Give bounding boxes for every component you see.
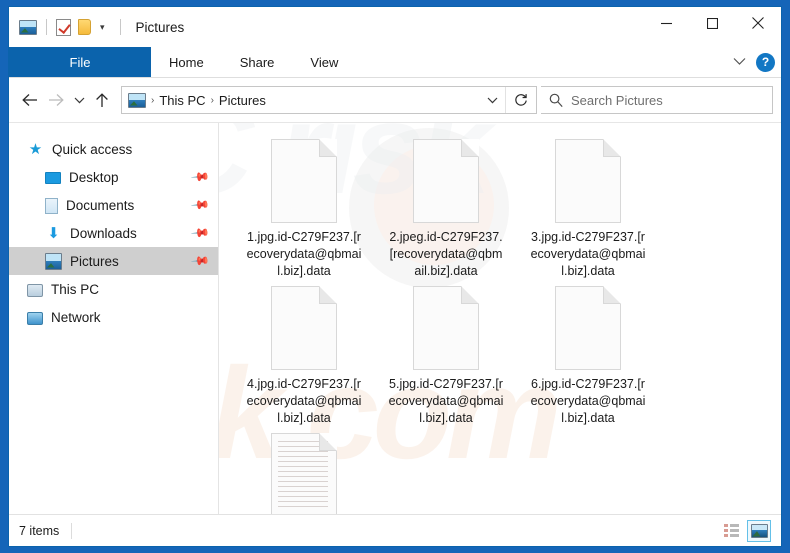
tab-file[interactable]: File [9,47,151,77]
forward-button[interactable] [43,85,69,115]
downloads-icon: ⬇ [47,224,60,242]
file-name: 1.jpg.id-C279F237.[recoverydata@qbmail.b… [246,230,362,278]
sidebar-item-quick-access[interactable]: ★ Quick access [9,135,218,163]
blank-file-icon [555,286,621,370]
file-item[interactable]: 6.jpg.id-C279F237.[recoverydata@qbmail.b… [517,286,659,427]
address-bar[interactable]: › This PC › Pictures [121,86,537,114]
tab-share[interactable]: Share [222,47,293,77]
help-icon[interactable]: ? [756,52,775,72]
pin-icon[interactable]: 📌 [190,251,210,271]
maximize-button[interactable] [689,7,735,39]
file-item[interactable]: 4.jpg.id-C279F237.[recoverydata@qbmail.b… [233,286,375,427]
pin-icon[interactable]: 📌 [190,223,210,243]
new-folder-icon[interactable] [78,19,91,35]
pictures-icon [45,252,62,270]
sidebar-item-label: This PC [51,281,100,297]
item-count-label: 7 items [19,523,60,538]
window-body: ★ Quick access Desktop 📌 Documents 📌 ⬇ D… [9,122,781,514]
pin-icon[interactable]: 📌 [190,167,210,187]
text-file-icon [271,433,337,514]
up-button[interactable] [89,85,115,115]
breadcrumb-item-this-pc[interactable]: This PC [159,93,205,108]
sidebar-item-label: Quick access [52,141,133,157]
title-bar: ▾ Pictures [9,7,781,47]
file-name: 5.jpg.id-C279F237.[recoverydata@qbmail.b… [388,377,504,425]
star-icon: ★ [28,140,43,158]
back-button[interactable] [17,85,43,115]
large-icons-view-icon [750,523,768,538]
file-item[interactable]: 5.jpg.id-C279F237.[recoverydata@qbmail.b… [375,286,517,427]
recent-locations-button[interactable] [69,85,89,115]
file-name: 6.jpg.id-C279F237.[recoverydata@qbmail.b… [530,377,646,425]
this-pc-icon [27,283,43,297]
sidebar-item-label: Network [51,309,101,325]
sidebar-item-desktop[interactable]: Desktop 📌 [9,163,218,191]
window-controls [643,7,781,39]
view-mode-buttons [719,519,771,542]
sidebar-item-pictures[interactable]: Pictures 📌 [9,247,218,275]
navigation-pane: ★ Quick access Desktop 📌 Documents 📌 ⬇ D… [9,123,219,514]
search-input[interactable]: Search Pictures [571,93,663,108]
file-item[interactable]: RETURN FILES.txt [233,433,375,514]
blank-file-icon [271,139,337,223]
sidebar-item-documents[interactable]: Documents 📌 [9,191,218,219]
window-title: Pictures [135,19,185,35]
breadcrumb-separator: › [210,94,214,106]
address-dropdown-icon[interactable] [479,87,505,113]
file-item[interactable]: 3.jpg.id-C279F237.[recoverydata@qbmail.b… [517,139,659,280]
chevron-down-icon[interactable] [733,53,746,71]
quick-access-toolbar: ▾ Pictures [9,18,185,36]
file-grid: 1.jpg.id-C279F237.[recoverydata@qbmail.b… [233,139,781,514]
ribbon-right-controls: ? [733,47,775,77]
toolbar-divider [46,19,47,35]
status-bar: 7 items [9,514,781,546]
breadcrumb-separator: › [151,94,155,106]
documents-icon [45,197,58,214]
sidebar-item-this-pc[interactable]: This PC [9,275,218,303]
network-icon [27,311,43,325]
customize-caret-icon[interactable]: ▾ [98,22,107,32]
blank-file-icon [555,139,621,223]
sidebar-item-downloads[interactable]: ⬇ Downloads 📌 [9,219,218,247]
file-item[interactable]: 1.jpg.id-C279F237.[recoverydata@qbmail.b… [233,139,375,280]
file-list-pane[interactable]: PC risk risk.com 1.jpg.id-C279F237.[reco… [219,123,781,514]
desktop-background: ▾ Pictures File Home Share View ? › This… [0,0,790,553]
properties-icon[interactable] [56,18,71,36]
desktop-icon [45,172,61,184]
file-name: 2.jpeg.id-C279F237.[recoverydata@qbmail.… [389,230,503,278]
tab-home[interactable]: Home [151,47,222,77]
large-icons-view-button[interactable] [747,519,771,542]
title-divider [119,19,121,35]
file-explorer-window: ▾ Pictures File Home Share View ? › This… [8,6,782,547]
ribbon-tab-bar: File Home Share View ? [9,47,781,78]
sidebar-item-network[interactable]: Network [9,303,218,331]
file-name: 4.jpg.id-C279F237.[recoverydata@qbmail.b… [246,377,362,425]
close-button[interactable] [735,7,781,39]
sidebar-item-label: Documents [66,197,135,213]
refresh-icon[interactable] [505,87,536,113]
file-name: 3.jpg.id-C279F237.[recoverydata@qbmail.b… [530,230,646,278]
search-icon [541,93,571,107]
pin-icon[interactable]: 📌 [190,195,210,215]
status-divider [71,522,73,539]
breadcrumb-pictures-icon[interactable] [128,92,146,108]
search-box[interactable]: Search Pictures [541,86,773,114]
sidebar-item-label: Desktop [69,169,119,185]
file-item[interactable]: 2.jpeg.id-C279F237.[recoverydata@qbmail.… [375,139,517,280]
pictures-icon[interactable] [19,19,37,35]
sidebar-item-label: Pictures [70,253,119,269]
sidebar-item-label: Downloads [70,225,137,241]
navigation-bar: › This PC › Pictures Search Pictures [9,78,781,122]
details-view-button[interactable] [719,520,743,542]
blank-file-icon [413,286,479,370]
breadcrumb: › This PC › Pictures [122,92,479,108]
blank-file-icon [271,286,337,370]
details-view-icon [723,524,739,537]
blank-file-icon [413,139,479,223]
tab-view[interactable]: View [292,47,356,77]
minimize-button[interactable] [643,7,689,39]
breadcrumb-item-pictures[interactable]: Pictures [219,93,266,108]
